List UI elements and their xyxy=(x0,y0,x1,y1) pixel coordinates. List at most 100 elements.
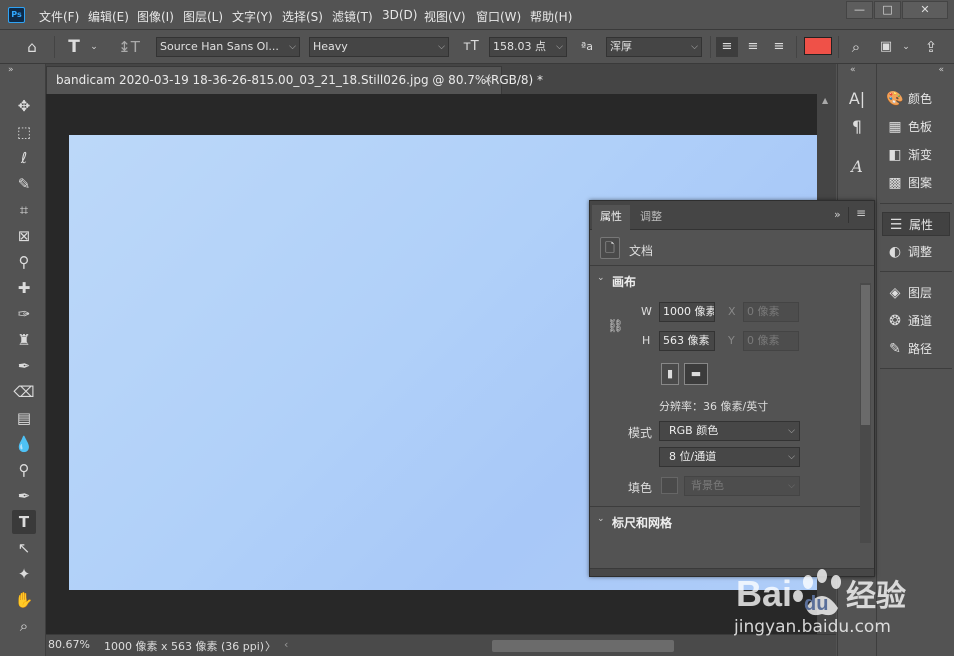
shape-tool-icon[interactable]: ✦ xyxy=(12,562,36,586)
clone-stamp-tool-icon[interactable]: ♜ xyxy=(12,328,36,352)
document-tab[interactable]: bandicam 2020-03-19 18-36-26-815.00_03_2… xyxy=(46,66,543,94)
panel-color[interactable]: 🎨 颜色 xyxy=(882,87,950,111)
eyedropper-tool-icon[interactable]: ⚲ xyxy=(12,250,36,274)
panel-label: 路径 xyxy=(908,342,933,356)
paths-icon: ✎ xyxy=(889,341,901,357)
panel-adjustments[interactable]: ◐ 调整 xyxy=(882,240,950,264)
move-tool-icon[interactable]: ✥ xyxy=(12,94,36,118)
quick-select-tool-icon[interactable]: ✎ xyxy=(12,172,36,196)
character-icon[interactable]: A| xyxy=(846,88,868,110)
scroll-up-icon[interactable]: ▲ xyxy=(822,96,828,105)
font-style-select[interactable]: Heavy ⌵ xyxy=(309,37,449,57)
frame-tool-icon[interactable]: ⊠ xyxy=(12,224,36,248)
dodge-tool-icon[interactable]: ⚲ xyxy=(12,458,36,482)
gradient-tool-icon[interactable]: ▤ xyxy=(12,406,36,430)
chevron-down-icon[interactable]: ⌄ xyxy=(88,37,100,57)
panel-menu-icon[interactable]: ≡ xyxy=(856,206,866,220)
chevron-down-icon[interactable]: ⌄ xyxy=(597,273,605,283)
document-icon: 🗋 xyxy=(600,237,620,259)
menu-edit[interactable]: 编辑(E) xyxy=(88,8,129,25)
text-color-swatch[interactable] xyxy=(804,37,832,55)
panel-swatches[interactable]: ▦ 色板 xyxy=(882,115,950,139)
chevron-down-icon[interactable]: ⌄ xyxy=(597,514,605,524)
paragraph-icon[interactable]: ¶ xyxy=(846,116,868,138)
panel-layers[interactable]: ◈ 图层 xyxy=(882,281,950,305)
menu-select[interactable]: 选择(S) xyxy=(282,8,323,25)
search-icon[interactable]: ⌕ xyxy=(846,37,866,57)
font-size-value: 158.03 点 xyxy=(493,40,546,53)
horizontal-scrollbar-thumb[interactable] xyxy=(492,640,674,652)
scrollbar-thumb[interactable] xyxy=(861,285,870,425)
menu-bar: Ps 文件(F) 编辑(E) 图像(I) 图层(L) 文字(Y) 选择(S) 滤… xyxy=(0,0,954,30)
bit-depth-select[interactable]: 8 位/通道 ⌵ xyxy=(659,447,800,467)
canvas-section-header[interactable]: 画布 xyxy=(612,273,636,290)
hand-tool-icon[interactable]: ✋ xyxy=(12,588,36,612)
glyphs-icon[interactable]: A xyxy=(846,156,868,178)
menu-layer[interactable]: 图层(L) xyxy=(183,8,223,25)
workspace-icon[interactable]: ▣ xyxy=(876,37,896,57)
panel-label: 属性 xyxy=(909,218,934,232)
menu-image[interactable]: 图像(I) xyxy=(137,8,174,25)
blur-tool-icon[interactable]: 💧 xyxy=(12,432,36,456)
restore-button[interactable]: □ xyxy=(874,1,901,19)
align-center-icon[interactable]: ≡ xyxy=(742,37,764,57)
zoom-tool-icon[interactable]: ⌕ xyxy=(12,614,36,638)
link-icon[interactable]: ⛓ xyxy=(607,319,624,334)
type-tool-icon[interactable]: T xyxy=(12,510,36,534)
rulers-grid-section-header[interactable]: 标尺和网格 xyxy=(612,514,672,531)
align-right-icon[interactable]: ≡ xyxy=(768,37,790,57)
panel-patterns[interactable]: ▩ 图案 xyxy=(882,171,950,195)
menu-filter[interactable]: 滤镜(T) xyxy=(332,8,373,25)
tab-adjustments[interactable]: 调整 xyxy=(632,205,670,230)
font-size-icon: ᴛT xyxy=(463,39,479,54)
color-mode-select[interactable]: RGB 颜色 ⌵ xyxy=(659,421,800,441)
type-tool-preset-icon[interactable]: T xyxy=(64,37,84,57)
landscape-orientation-icon[interactable]: ▬ xyxy=(684,363,708,385)
menu-3d[interactable]: 3D(D) xyxy=(382,8,417,22)
chevron-down-icon[interactable]: ⌄ xyxy=(900,37,912,57)
zoom-level[interactable]: 80.67% xyxy=(48,638,90,651)
font-family-select[interactable]: Source Han Sans Ol... ⌵ xyxy=(156,37,300,57)
width-field[interactable]: 1000 像素 xyxy=(659,302,715,322)
pen-tool-icon[interactable]: ✒ xyxy=(12,484,36,508)
menu-file[interactable]: 文件(F) xyxy=(39,8,79,25)
close-window-button[interactable]: ✕ xyxy=(902,1,948,19)
collapse-icon[interactable]: « xyxy=(850,65,856,75)
healing-brush-tool-icon[interactable]: ✚ xyxy=(12,276,36,300)
align-left-icon[interactable]: ≡ xyxy=(716,37,738,57)
close-tab-icon[interactable]: × xyxy=(484,67,493,93)
panel-gradients[interactable]: ◧ 渐变 xyxy=(882,143,950,167)
expand-icon[interactable]: » xyxy=(834,208,841,221)
antialias-select[interactable]: 浑厚 ⌵ xyxy=(606,37,702,57)
eraser-tool-icon[interactable]: ⌫ xyxy=(12,380,36,404)
panel-properties[interactable]: ☰ 属性 xyxy=(882,212,950,236)
tab-properties[interactable]: 属性 xyxy=(592,205,630,230)
properties-scrollbar[interactable] xyxy=(860,283,871,543)
collapse-icon[interactable]: « xyxy=(938,65,944,75)
home-icon[interactable]: ⌂ xyxy=(22,37,42,57)
text-orientation-icon[interactable]: ↨T xyxy=(118,37,140,57)
font-size-select[interactable]: 158.03 点 ⌵ xyxy=(489,37,567,57)
height-field[interactable]: 563 像素 xyxy=(659,331,715,351)
portrait-orientation-icon[interactable]: ▮ xyxy=(661,363,679,385)
menu-help[interactable]: 帮助(H) xyxy=(530,8,572,25)
brush-tool-icon[interactable]: ✑ xyxy=(12,302,36,326)
properties-tab-bar: 属性 调整 » ≡ xyxy=(590,201,874,230)
lasso-tool-icon[interactable]: ℓ xyxy=(12,146,36,170)
document-title: bandicam 2020-03-19 18-36-26-815.00_03_2… xyxy=(56,73,544,87)
share-icon[interactable]: ⇪ xyxy=(920,37,942,57)
menu-type[interactable]: 文字(Y) xyxy=(232,8,273,25)
minimize-button[interactable]: — xyxy=(846,1,873,19)
panel-channels[interactable]: ❂ 通道 xyxy=(882,309,950,333)
menu-window[interactable]: 窗口(W) xyxy=(476,8,521,25)
marquee-tool-icon[interactable]: ⬚ xyxy=(12,120,36,144)
collapse-icon[interactable]: » xyxy=(8,65,14,75)
path-selection-tool-icon[interactable]: ↖ xyxy=(12,536,36,560)
crop-tool-icon[interactable]: ⌗ xyxy=(12,198,36,222)
info-menu-arrow[interactable]: 〉 xyxy=(265,638,276,654)
y-label: Y xyxy=(728,334,735,347)
scroll-left-icon[interactable]: ‹ xyxy=(284,638,288,651)
menu-view[interactable]: 视图(V) xyxy=(424,8,466,25)
history-brush-tool-icon[interactable]: ✒ xyxy=(12,354,36,378)
panel-paths[interactable]: ✎ 路径 xyxy=(882,337,950,361)
